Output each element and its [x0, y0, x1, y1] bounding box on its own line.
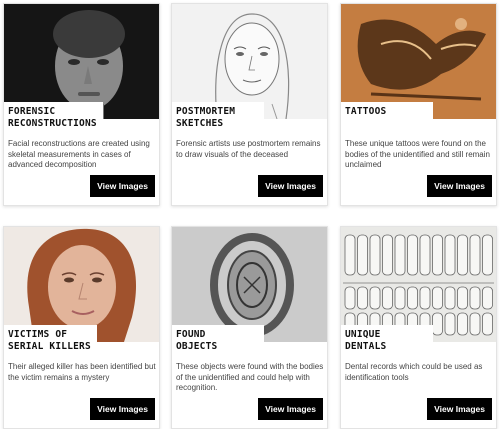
view-images-button[interactable]: View Images — [427, 175, 492, 197]
card-postmortem-sketches[interactable]: POSTMORTEM SKETCHES Forensic artists use… — [171, 3, 328, 206]
category-grid: FORENSIC RECONSTRUCTIONS Facial reconstr… — [0, 0, 500, 429]
tooth-outline — [419, 234, 431, 276]
card-title-line: UNIQUE — [345, 329, 381, 340]
card-title: TATTOOS — [341, 102, 433, 121]
card-title-line: FORENSIC — [8, 106, 56, 117]
tooth-outline — [344, 234, 356, 276]
card-tattoos[interactable]: TATTOOS These unique tattoos were found … — [340, 3, 497, 206]
card-title-line: FOUND — [176, 329, 206, 340]
tooth-outline — [444, 286, 456, 310]
tooth-outline — [357, 234, 368, 276]
tooth-outline — [369, 286, 381, 310]
card-description: Their alleged killer has been identified… — [8, 362, 156, 382]
card-title: FOUND OBJECTS — [172, 325, 264, 356]
card-victims-of-serial-killers[interactable]: VICTIMS OF SERIAL KILLERS Their alleged … — [3, 226, 160, 429]
card-title: FORENSIC RECONSTRUCTIONS — [4, 102, 103, 133]
tooth-outline — [407, 234, 418, 276]
tooth-outline — [432, 286, 443, 310]
tooth-outline — [482, 234, 493, 276]
tooth-outline — [432, 234, 443, 276]
card-description: These unique tattoos were found on the b… — [345, 139, 490, 169]
tooth-outline — [394, 286, 406, 310]
tooth-outline — [394, 234, 406, 276]
view-images-button[interactable]: View Images — [427, 398, 492, 420]
card-description: Forensic artists use postmortem remains … — [176, 139, 321, 159]
card-description: These objects were found with the bodies… — [176, 362, 324, 392]
tooth-outline — [469, 312, 481, 336]
card-forensic-reconstructions[interactable]: FORENSIC RECONSTRUCTIONS Facial reconstr… — [3, 3, 160, 206]
tooth-outline — [444, 312, 456, 336]
tooth-outline — [469, 234, 481, 276]
tooth-outline — [457, 286, 468, 310]
tooth-outline — [432, 312, 443, 336]
card-title-line: SERIAL KILLERS — [8, 341, 91, 352]
tooth-outline — [407, 286, 418, 310]
card-title: POSTMORTEM SKETCHES — [172, 102, 264, 133]
card-title-line: DENTALS — [345, 341, 387, 352]
card-unique-dentals[interactable]: UNIQUE DENTALS Dental records which coul… — [340, 226, 497, 429]
tooth-outline — [482, 312, 493, 336]
card-title-line: OBJECTS — [176, 341, 218, 352]
tooth-outline — [469, 286, 481, 310]
view-images-button[interactable]: View Images — [90, 175, 155, 197]
tooth-outline — [457, 234, 468, 276]
view-images-button[interactable]: View Images — [258, 398, 323, 420]
tooth-outline — [344, 286, 356, 310]
tooth-outline — [357, 286, 368, 310]
card-title-line: RECONSTRUCTIONS — [8, 118, 97, 129]
tooth-outline — [369, 234, 381, 276]
view-images-button[interactable]: View Images — [258, 175, 323, 197]
card-found-objects[interactable]: FOUND OBJECTS These objects were found w… — [171, 226, 328, 429]
card-title-line: SKETCHES — [176, 118, 224, 129]
card-title-line: TATTOOS — [345, 106, 387, 117]
card-description: Facial reconstructions are created using… — [8, 139, 150, 169]
tooth-outline — [382, 234, 393, 276]
tooth-outline — [382, 286, 393, 310]
card-title: UNIQUE DENTALS — [341, 325, 433, 356]
tooth-outline — [457, 312, 468, 336]
card-description: Dental records which could be used as id… — [345, 362, 483, 382]
view-images-button[interactable]: View Images — [90, 398, 155, 420]
card-title: VICTIMS OF SERIAL KILLERS — [4, 325, 97, 356]
card-title-line: VICTIMS OF — [8, 329, 68, 340]
card-title-line: POSTMORTEM — [176, 106, 236, 117]
tooth-outline — [444, 234, 456, 276]
tooth-outline — [419, 286, 431, 310]
tooth-outline — [482, 286, 493, 310]
